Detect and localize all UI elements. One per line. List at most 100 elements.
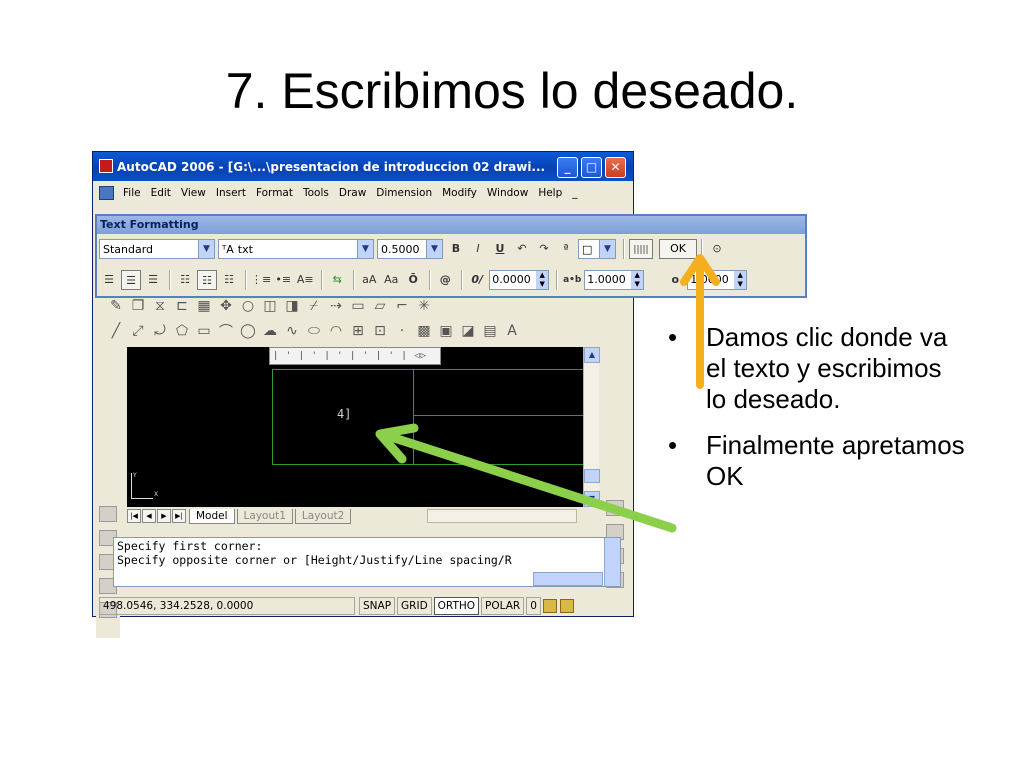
chevron-down-icon[interactable]: ▼ — [426, 240, 442, 258]
region-icon[interactable]: ◪ — [457, 323, 479, 339]
status-extra[interactable]: 0 — [526, 597, 541, 615]
redo-button[interactable]: ↷ — [534, 239, 554, 259]
arc-icon[interactable]: ⌒ — [215, 321, 237, 341]
stretch-icon[interactable]: ◨ — [281, 298, 303, 314]
uppercase-letters-icon[interactable]: A≡ — [295, 270, 315, 290]
align-bottom-icon[interactable]: ☷ — [219, 270, 239, 290]
maximize-button[interactable]: □ — [581, 157, 602, 178]
scroll-down-icon[interactable]: ▼ — [584, 491, 600, 507]
spline-icon[interactable]: ∿ — [281, 323, 303, 339]
options-button[interactable]: ⊙ — [707, 239, 727, 259]
underline-button[interactable]: U — [490, 239, 510, 259]
width-factor-input[interactable]: 1.0000 ▲ ▼ — [687, 270, 748, 290]
polygon-icon[interactable]: ⬠ — [171, 323, 193, 339]
mtext-ruler[interactable]: | ' | ' | ' | ' | ' | ◁▷ — [269, 347, 441, 365]
first-tab-icon[interactable]: |◀ — [127, 509, 141, 523]
trim-icon[interactable]: ⌿ — [303, 298, 325, 314]
communication-center-icon[interactable] — [542, 599, 557, 613]
bold-button[interactable]: B — [446, 239, 466, 259]
menu-tools[interactable]: Tools — [298, 187, 334, 199]
circle-icon[interactable]: ◯ — [237, 323, 259, 339]
make-block-icon[interactable]: ⊡ — [369, 323, 391, 339]
text-height-select[interactable]: 0.5000 ▼ — [377, 239, 443, 259]
table-icon[interactable]: ▤ — [479, 323, 501, 339]
chevron-down-icon[interactable]: ▼ — [198, 240, 214, 258]
horizontal-scrollbar[interactable] — [427, 509, 577, 523]
tool-icon[interactable] — [606, 500, 624, 516]
prev-tab-icon[interactable]: ◀ — [142, 509, 156, 523]
ok-button[interactable]: OK — [659, 239, 697, 259]
font-select[interactable]: ᵀA txt ▼ — [218, 239, 374, 259]
align-top-icon[interactable]: ☷ — [175, 270, 195, 290]
italic-button[interactable]: I — [468, 239, 488, 259]
menu-edit[interactable]: Edit — [146, 187, 176, 199]
rotate-icon[interactable]: ○ — [237, 298, 259, 314]
move-icon[interactable]: ✥ — [215, 298, 237, 314]
menu-insert[interactable]: Insert — [211, 187, 251, 199]
multiline-text-icon[interactable]: A — [501, 323, 523, 339]
menu-view[interactable]: View — [176, 187, 211, 199]
spinner-icon[interactable]: ▲ ▼ — [536, 271, 549, 289]
break-icon[interactable]: ▭ — [347, 298, 369, 314]
point-icon[interactable]: · — [391, 323, 413, 339]
array-icon[interactable]: ▦ — [193, 298, 215, 314]
align-middle-icon[interactable]: ☷ — [197, 270, 217, 290]
vertical-scrollbar[interactable]: ▲ ▼ — [583, 347, 600, 507]
oblique-angle-input[interactable]: 0.0000 ▲ ▼ — [489, 270, 550, 290]
erase-icon[interactable]: ✎ — [105, 298, 127, 314]
ruler-button[interactable]: ||||| — [629, 239, 653, 259]
style-select[interactable]: Standard ▼ — [99, 239, 215, 259]
rectangle-icon[interactable]: ▭ — [193, 323, 215, 339]
insert-field-icon[interactable]: ⇆ — [327, 270, 347, 290]
polar-toggle[interactable]: POLAR — [481, 597, 525, 615]
mirror-icon[interactable]: ⧖ — [149, 298, 171, 314]
ortho-toggle[interactable]: ORTHO — [433, 597, 480, 615]
next-tab-icon[interactable]: ▶ — [157, 509, 171, 523]
minimize-button[interactable]: _ — [557, 157, 578, 178]
command-horizontal-scrollbar[interactable] — [533, 572, 603, 586]
fillet-icon[interactable]: ⌐ — [391, 298, 413, 314]
command-scrollbar[interactable] — [604, 538, 620, 586]
menu-format[interactable]: Format — [251, 187, 298, 199]
tab-model[interactable]: Model — [189, 508, 235, 524]
grid-toggle[interactable]: GRID — [397, 597, 432, 615]
uppercase-button[interactable]: aA — [359, 270, 379, 290]
undo-button[interactable]: ↶ — [512, 239, 532, 259]
scroll-up-icon[interactable]: ▲ — [584, 347, 600, 363]
construction-line-icon[interactable]: ⤢ — [127, 323, 149, 339]
hatch-icon[interactable]: ▩ — [413, 323, 435, 339]
extend-icon[interactable]: ⇢ — [325, 298, 347, 314]
last-tab-icon[interactable]: ▶| — [172, 509, 186, 523]
bullets-icon[interactable]: •≡ — [273, 270, 293, 290]
tab-layout1[interactable]: Layout1 — [236, 508, 293, 524]
lock-icon[interactable] — [559, 599, 574, 613]
explode-icon[interactable]: ✳ — [413, 298, 435, 314]
spinner-icon[interactable]: ▲ ▼ — [734, 271, 747, 289]
scroll-thumb[interactable] — [584, 469, 600, 483]
spinner-icon[interactable]: ▲ ▼ — [631, 271, 644, 289]
align-right-icon[interactable]: ☰ — [143, 270, 163, 290]
ellipse-icon[interactable]: ⬭ — [303, 323, 325, 339]
align-center-icon[interactable]: ☰ — [121, 270, 141, 290]
document-icon[interactable] — [99, 186, 114, 200]
symbol-button[interactable]: @ — [435, 270, 455, 290]
menu-help[interactable]: Help — [533, 187, 567, 199]
tracking-input[interactable]: 1.0000 ▲ ▼ — [584, 270, 645, 290]
menu-modify[interactable]: Modify — [437, 187, 482, 199]
drawing-area[interactable]: | ' | ' | ' | ' | ' | ◁▷ 4] Y X — [127, 347, 583, 507]
chevron-down-icon[interactable]: ▼ — [599, 240, 615, 258]
tab-layout2[interactable]: Layout2 — [294, 508, 352, 524]
line-icon[interactable]: ╱ — [105, 323, 127, 339]
snap-toggle[interactable]: SNAP — [359, 597, 396, 615]
menu-window[interactable]: Window — [482, 187, 533, 199]
stack-button[interactable]: ª — [556, 239, 576, 259]
revision-cloud-icon[interactable]: ☁ — [259, 323, 281, 339]
offset-icon[interactable]: ⊏ — [171, 298, 193, 314]
tool-icon[interactable] — [99, 506, 117, 522]
insert-block-icon[interactable]: ⊞ — [347, 323, 369, 339]
ruler-arrows[interactable]: ◁▷ — [414, 351, 427, 361]
chamfer-icon[interactable]: ▱ — [369, 298, 391, 314]
window-titlebar[interactable]: AutoCAD 2006 - [G:\...\presentacion de i… — [93, 152, 633, 181]
scale-icon[interactable]: ◫ — [259, 298, 281, 314]
menu-file[interactable]: File — [118, 187, 146, 199]
